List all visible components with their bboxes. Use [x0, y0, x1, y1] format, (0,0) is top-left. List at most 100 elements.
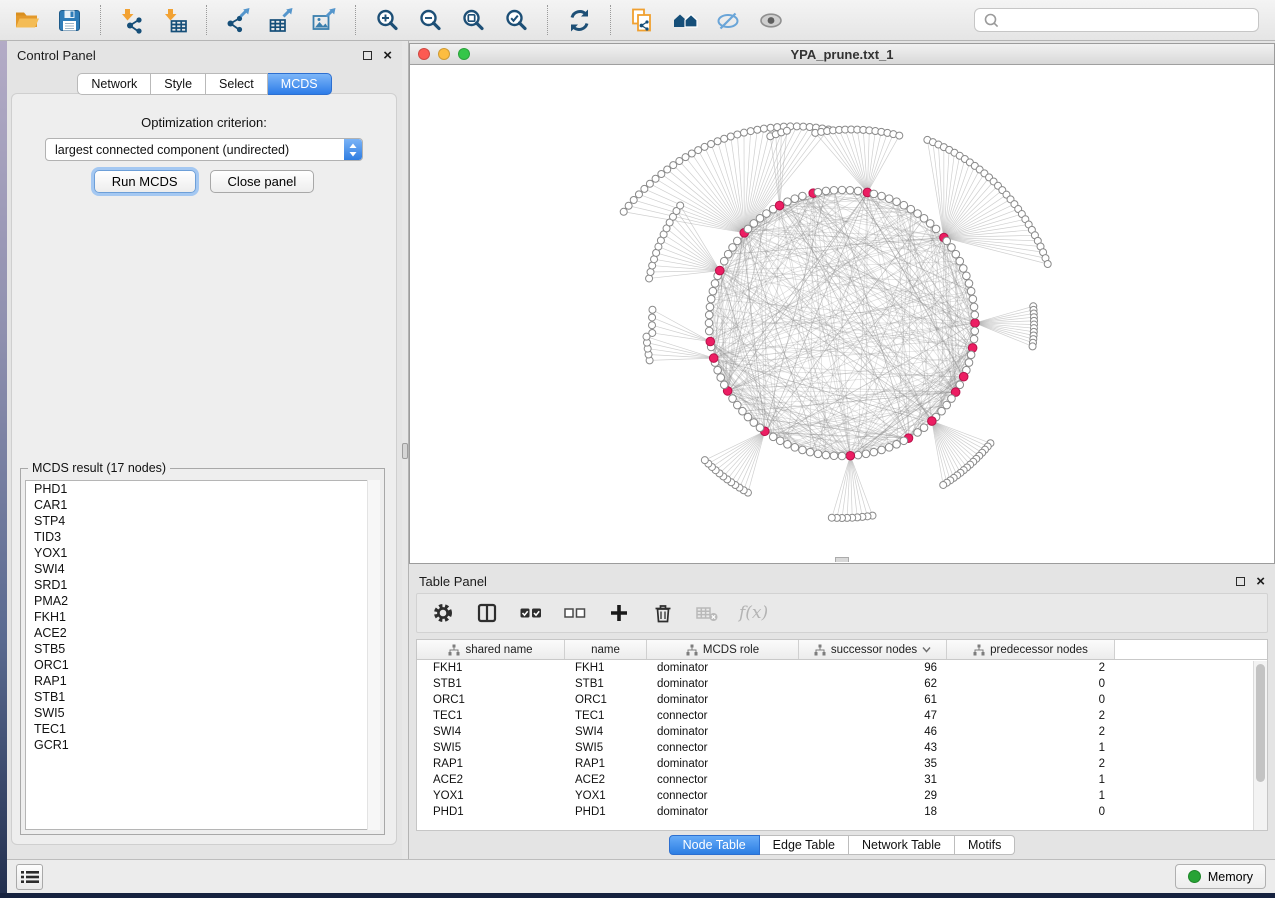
- table-cell[interactable]: connector: [647, 740, 799, 756]
- table-cell[interactable]: 0: [947, 676, 1115, 692]
- mcds-result-item[interactable]: ORC1: [26, 657, 379, 673]
- splitter-handle[interactable]: [402, 443, 408, 459]
- table-cell[interactable]: dominator: [647, 756, 799, 772]
- table-cell[interactable]: ACE2: [417, 772, 565, 788]
- table-cell[interactable]: 2: [947, 756, 1115, 772]
- table-cell[interactable]: PHD1: [565, 804, 647, 820]
- import-network-button[interactable]: [116, 4, 148, 36]
- tab-select[interactable]: Select: [206, 73, 268, 95]
- tab-network-table[interactable]: Network Table: [849, 835, 955, 855]
- new-network-from-selection-button[interactable]: [626, 4, 658, 36]
- table-cell[interactable]: YOX1: [565, 788, 647, 804]
- table-cell[interactable]: dominator: [647, 804, 799, 820]
- maximize-window-icon[interactable]: [458, 48, 470, 60]
- table-row[interactable]: STB1STB1dominator620: [417, 676, 1267, 692]
- table-cell[interactable]: 18: [799, 804, 947, 820]
- mcds-result-item[interactable]: ACE2: [26, 625, 379, 641]
- tab-edge-table[interactable]: Edge Table: [760, 835, 849, 855]
- table-cell[interactable]: SWI5: [565, 740, 647, 756]
- table-cell[interactable]: TEC1: [417, 708, 565, 724]
- table-cell[interactable]: 31: [799, 772, 947, 788]
- table-cell[interactable]: dominator: [647, 692, 799, 708]
- table-cell[interactable]: ORC1: [417, 692, 565, 708]
- import-table-button[interactable]: [159, 4, 191, 36]
- columns-button[interactable]: [475, 601, 499, 625]
- minimize-window-icon[interactable]: [438, 48, 450, 60]
- table-cell[interactable]: dominator: [647, 660, 799, 676]
- table-row[interactable]: ACE2ACE2connector311: [417, 772, 1267, 788]
- table-cell[interactable]: 1: [947, 740, 1115, 756]
- tab-mcds[interactable]: MCDS: [268, 73, 332, 95]
- close-panel-button[interactable]: Close panel: [210, 170, 315, 193]
- column-header-MCDS-role[interactable]: MCDS role: [647, 640, 799, 659]
- delete-table-button[interactable]: [695, 601, 719, 625]
- table-cell[interactable]: 2: [947, 660, 1115, 676]
- table-row[interactable]: RAP1RAP1dominator352: [417, 756, 1267, 772]
- mcds-result-item[interactable]: GCR1: [26, 737, 379, 753]
- table-cell[interactable]: 0: [947, 804, 1115, 820]
- table-cell[interactable]: connector: [647, 708, 799, 724]
- table-cell[interactable]: PHD1: [417, 804, 565, 820]
- table-cell[interactable]: 43: [799, 740, 947, 756]
- table-cell[interactable]: dominator: [647, 676, 799, 692]
- mcds-result-item[interactable]: YOX1: [26, 545, 379, 561]
- mcds-result-item[interactable]: SRD1: [26, 577, 379, 593]
- table-cell[interactable]: 0: [947, 692, 1115, 708]
- mcds-result-item[interactable]: CAR1: [26, 497, 379, 513]
- mcds-list-scrollbar[interactable]: [367, 480, 380, 830]
- table-cell[interactable]: FKH1: [417, 660, 565, 676]
- function-builder-icon[interactable]: f(x): [739, 603, 768, 623]
- table-row[interactable]: FKH1FKH1dominator962: [417, 660, 1267, 676]
- table-row[interactable]: YOX1YOX1connector291: [417, 788, 1267, 804]
- table-cell[interactable]: 96: [799, 660, 947, 676]
- table-cell[interactable]: 29: [799, 788, 947, 804]
- show-all-button[interactable]: [755, 4, 787, 36]
- delete-column-button[interactable]: [651, 601, 675, 625]
- mcds-result-item[interactable]: STP4: [26, 513, 379, 529]
- table-cell[interactable]: SWI5: [417, 740, 565, 756]
- canvas-splitter-handle[interactable]: [835, 557, 849, 562]
- run-mcds-button[interactable]: Run MCDS: [94, 170, 196, 193]
- table-cell[interactable]: YOX1: [417, 788, 565, 804]
- table-cell[interactable]: 46: [799, 724, 947, 740]
- table-scrollbar-thumb[interactable]: [1256, 664, 1265, 782]
- apply-layout-button[interactable]: [563, 4, 595, 36]
- mcds-result-item[interactable]: SWI4: [26, 561, 379, 577]
- float-panel-icon[interactable]: [1236, 577, 1245, 586]
- zoom-selected-button[interactable]: [500, 4, 532, 36]
- column-header-successor-nodes[interactable]: successor nodes: [799, 640, 947, 659]
- column-header-predecessor-nodes[interactable]: predecessor nodes: [947, 640, 1115, 659]
- table-cell[interactable]: 2: [947, 708, 1115, 724]
- gear-button[interactable]: [431, 601, 455, 625]
- table-row[interactable]: TEC1TEC1connector472: [417, 708, 1267, 724]
- column-header-name[interactable]: name: [565, 640, 647, 659]
- first-neighbors-button[interactable]: [669, 4, 701, 36]
- table-cell[interactable]: STB1: [417, 676, 565, 692]
- close-panel-icon[interactable]: ×: [383, 48, 392, 63]
- export-table-button[interactable]: [265, 4, 297, 36]
- zoom-out-button[interactable]: [414, 4, 446, 36]
- mcds-result-item[interactable]: TEC1: [26, 721, 379, 737]
- memory-button[interactable]: Memory: [1175, 864, 1266, 889]
- clear-selection-button[interactable]: [563, 601, 587, 625]
- float-panel-icon[interactable]: [363, 51, 372, 60]
- table-cell[interactable]: FKH1: [565, 660, 647, 676]
- table-cell[interactable]: connector: [647, 788, 799, 804]
- task-history-button[interactable]: [16, 864, 43, 890]
- search-input[interactable]: [1005, 13, 1250, 27]
- table-row[interactable]: SWI5SWI5connector431: [417, 740, 1267, 756]
- mcds-result-item[interactable]: SWI5: [26, 705, 379, 721]
- export-network-button[interactable]: [222, 4, 254, 36]
- table-cell[interactable]: 61: [799, 692, 947, 708]
- table-cell[interactable]: dominator: [647, 724, 799, 740]
- table-cell[interactable]: SWI4: [417, 724, 565, 740]
- criterion-select[interactable]: largest connected component (undirected): [45, 138, 363, 161]
- export-image-button[interactable]: [308, 4, 340, 36]
- hide-selected-button[interactable]: [712, 4, 744, 36]
- vertical-splitter[interactable]: [402, 41, 409, 859]
- table-cell[interactable]: TEC1: [565, 708, 647, 724]
- add-column-button[interactable]: [607, 601, 631, 625]
- close-window-icon[interactable]: [418, 48, 430, 60]
- mcds-result-item[interactable]: TID3: [26, 529, 379, 545]
- table-cell[interactable]: 1: [947, 772, 1115, 788]
